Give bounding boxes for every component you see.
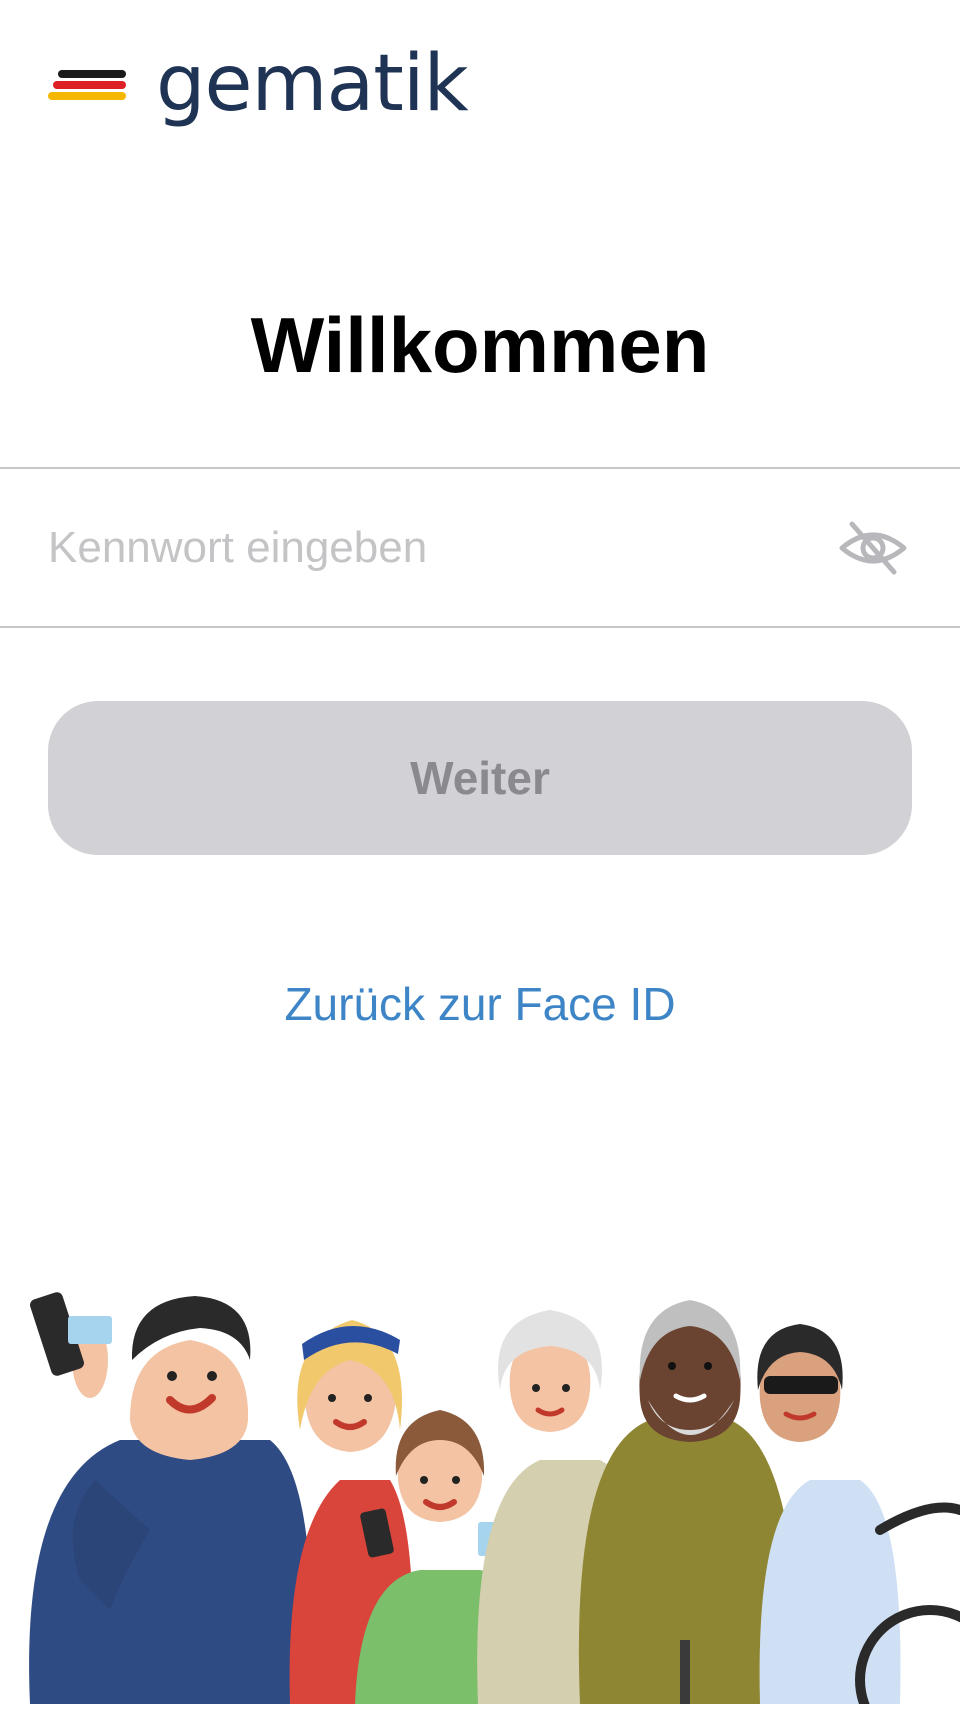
back-to-face-id-link[interactable]: Zurück zur Face ID (0, 972, 960, 1036)
password-input[interactable] (48, 510, 808, 586)
german-flag-icon (48, 64, 128, 104)
password-row (0, 470, 960, 627)
logo-wordmark: gematik (156, 39, 469, 129)
gematik-logo: gematik (48, 39, 469, 129)
eye-slash-icon[interactable] (838, 518, 908, 578)
person-man-phone-illustration (29, 1292, 312, 1704)
top-divider (0, 467, 960, 469)
continue-button[interactable]: Weiter (48, 701, 912, 855)
page-title: Willkommen (250, 301, 710, 389)
person-man-wheelchair-illustration (757, 1324, 960, 1709)
people-group-illustration (0, 1280, 960, 1709)
